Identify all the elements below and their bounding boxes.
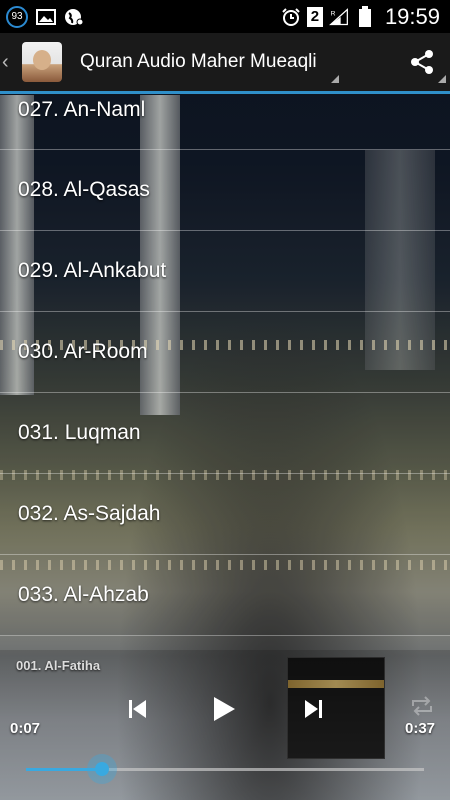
share-button[interactable] — [394, 33, 450, 91]
total-duration: 0:37 — [405, 720, 436, 737]
play-button[interactable] — [207, 692, 241, 726]
now-playing-title: 001. Al-Fatiha — [16, 658, 101, 673]
list-item-label: 033. Al-Ahzab — [18, 583, 149, 606]
list-item[interactable]: 031. Luqman — [0, 393, 450, 474]
battery-icon — [355, 5, 375, 27]
image-icon — [36, 8, 56, 26]
list-item[interactable]: 032. As-Sajdah — [0, 474, 450, 555]
repeat-icon — [412, 696, 432, 716]
sim-2-icon: 2 — [306, 6, 323, 27]
list-item-label: 028. Al-Qasas — [18, 178, 150, 201]
repeat-button[interactable] — [409, 694, 435, 718]
audio-player: 001. Al-Fatiha 0:07 0:37 — [0, 650, 450, 800]
app-icon[interactable] — [22, 42, 62, 82]
share-icon — [411, 50, 433, 74]
play-icon — [214, 697, 235, 721]
list-item[interactable]: 028. Al-Qasas — [0, 150, 450, 231]
chevron-left-icon[interactable]: ‹ — [2, 51, 16, 74]
alarm-icon — [281, 7, 301, 26]
app-title-text: Quran Audio Maher Mueaqli — [80, 51, 317, 72]
skip-next-icon — [305, 700, 322, 718]
app-title[interactable]: Quran Audio Maher Mueaqli — [80, 51, 339, 83]
signal-icon: R — [328, 7, 349, 26]
overflow-corner-icon — [438, 75, 446, 83]
status-bar: 93 2 R 19:59 — [0, 0, 450, 33]
list-item-label: 029. Al-Ankabut — [18, 259, 167, 282]
seek-bar-thumb[interactable] — [86, 754, 117, 784]
list-item[interactable]: 030. Ar-Room — [0, 312, 450, 393]
list-item-label: 031. Luqman — [18, 421, 141, 444]
action-bar: ‹ Quran Audio Maher Mueaqli — [0, 33, 450, 94]
svg-text:R: R — [331, 10, 336, 17]
list-item-label: 030. Ar-Room — [18, 340, 148, 363]
notification-counter-icon: 93 — [6, 5, 28, 28]
list-item-label: 032. As-Sajdah — [18, 502, 161, 525]
overflow-corner-icon — [330, 75, 339, 83]
next-button[interactable] — [296, 692, 330, 726]
elapsed-time: 0:07 — [10, 720, 41, 737]
list-item[interactable]: 033. Al-Ahzab — [0, 555, 450, 636]
earth-icon — [64, 8, 84, 26]
list-item[interactable]: 027. An-Naml — [0, 94, 450, 150]
previous-button[interactable] — [121, 692, 155, 726]
clock: 19:59 — [384, 3, 440, 29]
list-item[interactable]: 029. Al-Ankabut — [0, 231, 450, 312]
seek-bar[interactable] — [26, 754, 424, 784]
list-item-label: 027. An-Naml — [18, 98, 146, 121]
surah-list: 027. An-Naml 028. Al-Qasas 029. Al-Ankab… — [0, 94, 450, 636]
skip-previous-icon — [129, 700, 146, 718]
